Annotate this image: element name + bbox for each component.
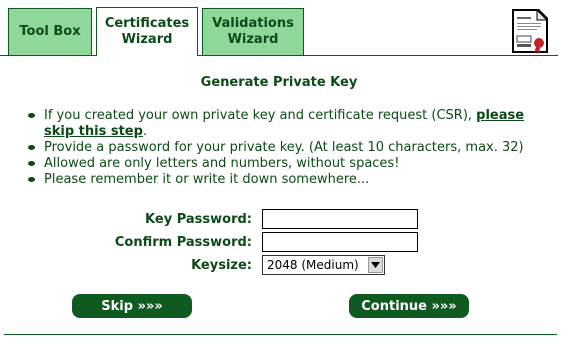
instruction-text: Provide a password for your private key.… [44,140,524,155]
list-item: If you created your own private key and … [26,108,556,140]
keysize-selected-value: 2048 (Medium) [267,258,359,272]
keysize-row: Keysize: 2048 (Medium) [0,255,576,277]
tab-tool-box[interactable]: Tool Box [8,8,92,55]
instructions-list: If you created your own private key and … [26,108,556,188]
list-item: Please remember it or write it down some… [26,172,556,188]
tab-validations-wizard-label: Validations Wizard [212,16,294,47]
confirm-password-input[interactable] [262,232,418,252]
continue-button[interactable]: Continue »»» [349,294,469,318]
certificate-document-icon [512,9,548,54]
chevron-down-icon[interactable] [368,257,383,273]
keysize-label: Keysize: [191,258,252,273]
list-item: Allowed are only letters and numbers, wi… [26,156,556,172]
confirm-password-label: Confirm Password: [114,235,252,250]
instruction-text: Please remember it or write it down some… [44,172,370,187]
footer-divider [4,334,557,335]
skip-button-label: Skip »»» [101,298,163,314]
tab-certificates-wizard-label: Certificates Wizard [104,16,190,47]
tab-certificates-wizard[interactable]: Certificates Wizard [96,7,198,56]
instruction-text: If you created your own private key and … [44,108,477,123]
skip-button[interactable]: Skip »»» [72,294,192,318]
keysize-select[interactable]: 2048 (Medium) [262,255,385,275]
list-item: Provide a password for your private key.… [26,140,556,156]
page-title: Generate Private Key [200,75,358,90]
continue-button-label: Continue »»» [361,298,457,314]
instruction-period: . [142,124,148,139]
tab-bar: Tool Box Certificates Wizard Validations… [0,0,576,56]
tab-tool-box-label: Tool Box [19,24,81,39]
tab-divider [0,55,558,56]
confirm-password-row: Confirm Password: [0,232,576,254]
key-password-input[interactable] [262,209,418,229]
instruction-text: Allowed are only letters and numbers, wi… [44,156,400,171]
key-password-label: Key Password: [145,212,252,227]
tab-validations-wizard[interactable]: Validations Wizard [202,8,304,55]
key-password-row: Key Password: [0,209,576,231]
